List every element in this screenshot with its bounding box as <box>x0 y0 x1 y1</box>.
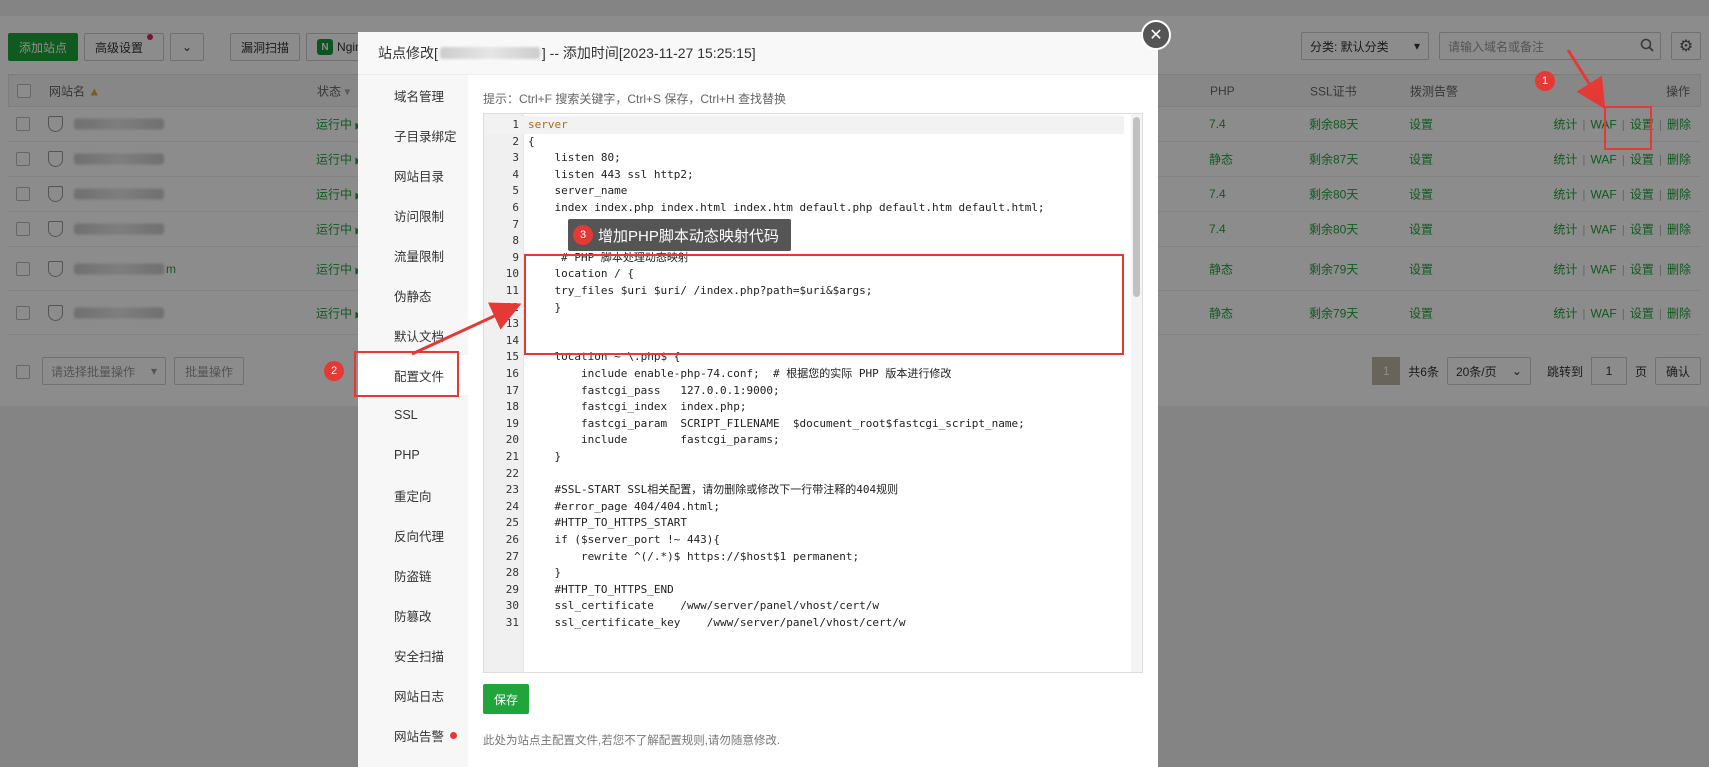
arrow-to-settings <box>1566 49 1606 110</box>
annotation-arrows <box>411 49 1606 356</box>
arrow-to-code <box>411 302 522 356</box>
